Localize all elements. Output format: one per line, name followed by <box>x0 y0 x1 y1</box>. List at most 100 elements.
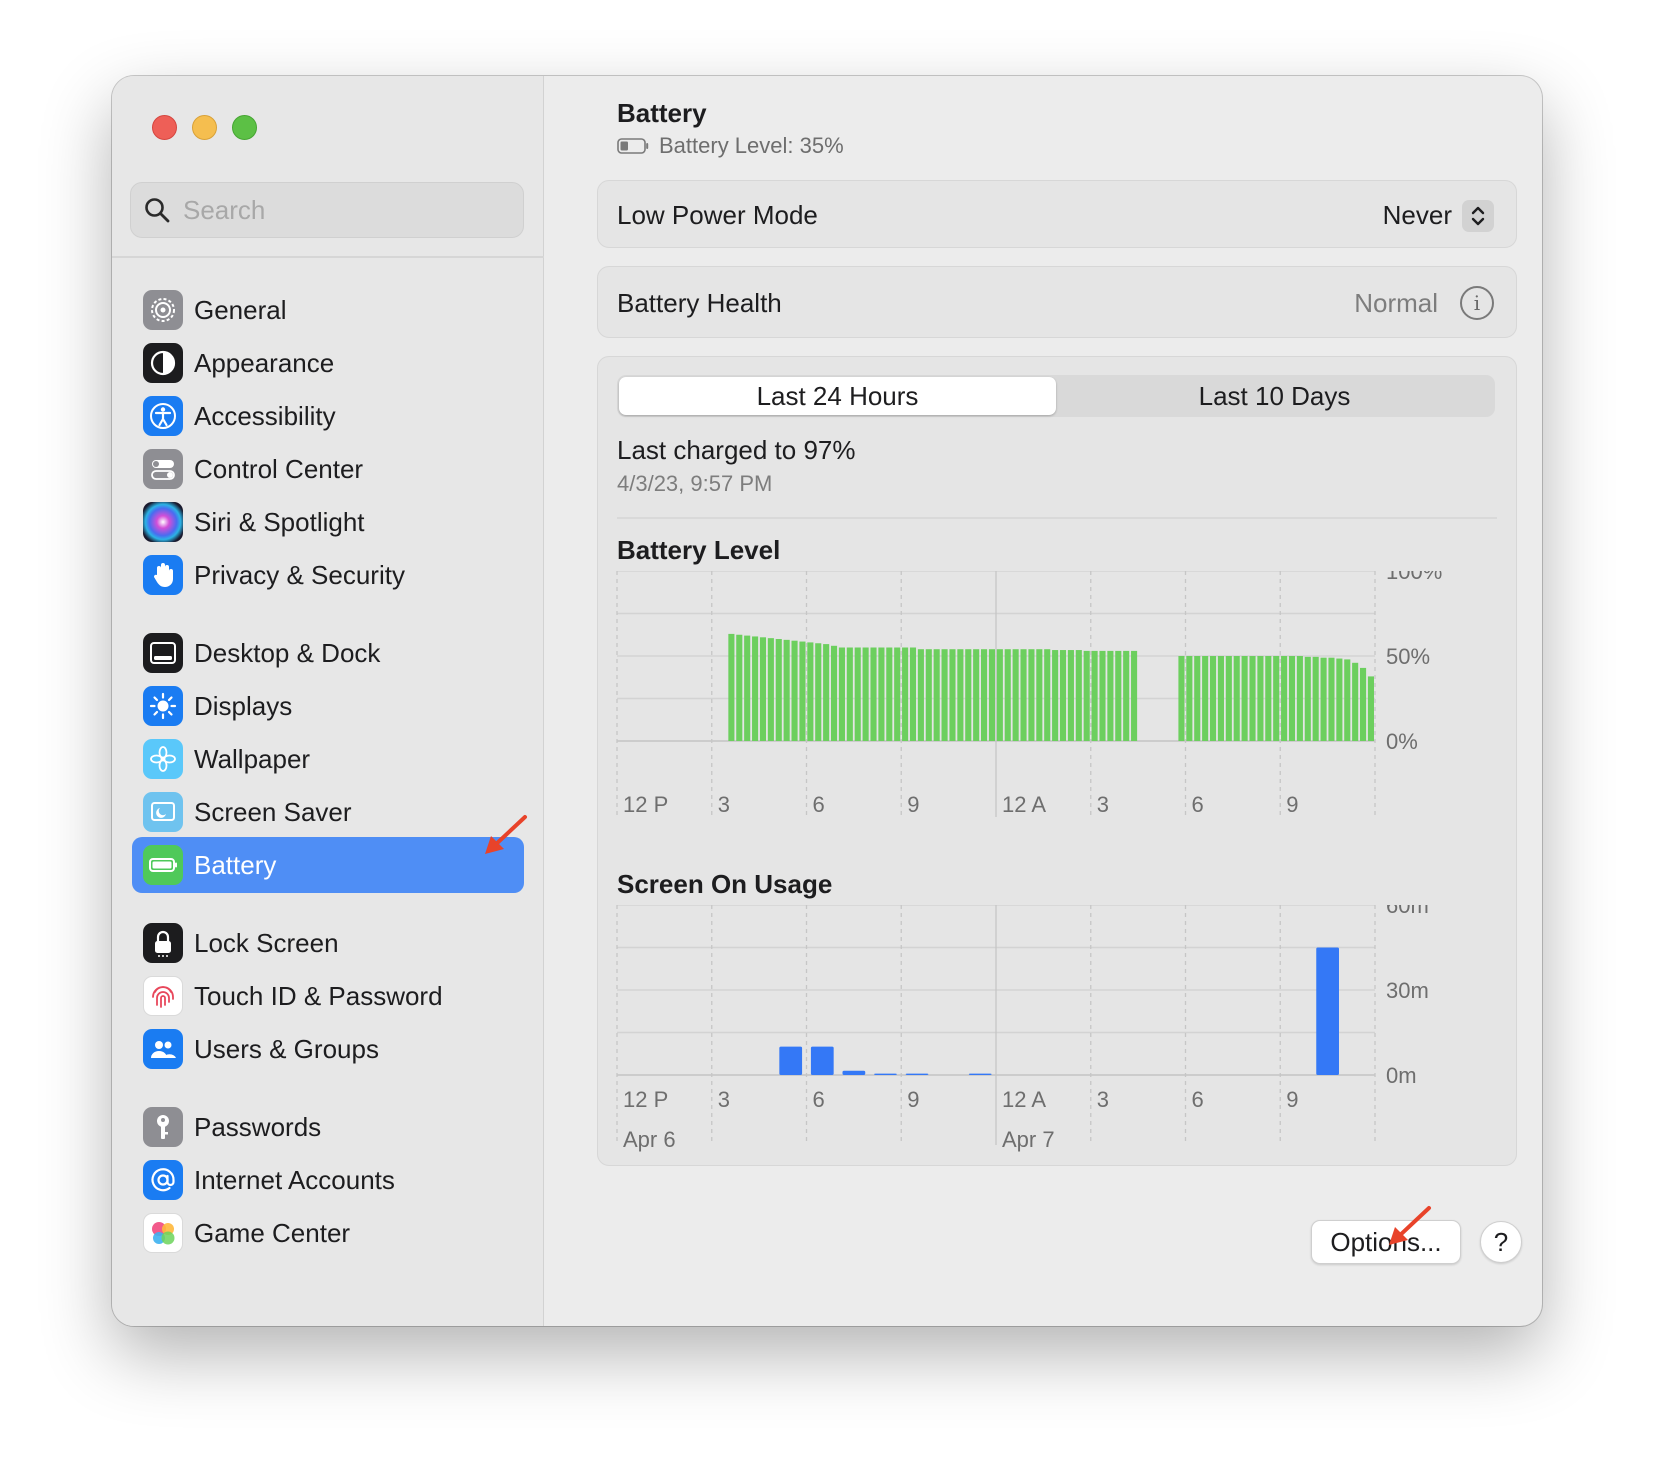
battery-level-bar <box>1044 649 1051 741</box>
x-date-label: Apr 6 <box>623 1127 676 1152</box>
battery-level-bar <box>949 649 956 741</box>
sidebar-item-appearance[interactable]: Appearance <box>132 335 524 391</box>
sidebar-divider <box>112 256 544 258</box>
card-divider <box>617 517 1497 519</box>
search-field[interactable] <box>130 182 524 238</box>
settings-window: General Appearance Accessibility <box>112 76 1542 1326</box>
sun-icon <box>143 686 183 726</box>
battery-level-bar <box>1107 650 1114 741</box>
sidebar-item-control-center[interactable]: Control Center <box>132 441 524 497</box>
sidebar-item-wallpaper[interactable]: Wallpaper <box>132 731 524 787</box>
battery-level-bar <box>775 639 782 741</box>
sidebar-item-game-center[interactable]: Game Center <box>132 1205 524 1261</box>
sidebar-item-desktop-dock[interactable]: Desktop & Dock <box>132 625 524 681</box>
sidebar-item-lock-screen[interactable]: Lock Screen <box>132 915 524 971</box>
appearance-icon <box>143 343 183 383</box>
last-charged-date: 4/3/23, 9:57 PM <box>617 471 773 496</box>
sidebar-item-label: Desktop & Dock <box>194 638 381 668</box>
tab-last-24-hours[interactable]: Last 24 Hours <box>619 377 1056 415</box>
battery-level-bar <box>1281 656 1288 741</box>
info-icon[interactable]: i <box>1460 286 1494 320</box>
battery-level-bar <box>799 641 806 741</box>
battery-health-row: Battery Health Normal i <box>597 266 1517 338</box>
flower-icon <box>143 739 183 779</box>
screen-usage-bar <box>968 1073 992 1075</box>
usage-history-card: Last 24 Hours Last 10 Days Last charged … <box>597 356 1517 1166</box>
sidebar-item-passwords[interactable]: Passwords <box>132 1099 524 1155</box>
at-icon <box>143 1160 183 1200</box>
lock-icon <box>143 923 183 963</box>
battery-level-bar <box>736 634 743 741</box>
search-input[interactable] <box>183 183 513 237</box>
battery-level-text: Battery Level: 35% <box>659 133 844 158</box>
zoom-window-button[interactable] <box>232 115 257 140</box>
sidebar-item-siri-spotlight[interactable]: Siri & Spotlight <box>132 494 524 550</box>
battery-level-bar <box>1296 656 1303 741</box>
sidebar-item-screen-saver[interactable]: Screen Saver <box>132 784 524 840</box>
battery-level-bar <box>1352 662 1359 741</box>
sidebar-item-general[interactable]: General <box>132 282 524 338</box>
tab-last-10-days[interactable]: Last 10 Days <box>1056 377 1493 415</box>
close-window-button[interactable] <box>152 115 177 140</box>
battery-level-bar <box>941 649 948 741</box>
y-tick-label: 50% <box>1386 644 1430 669</box>
x-tick-label: 6 <box>1192 792 1204 817</box>
battery-level-bar <box>1249 656 1256 741</box>
sidebar-item-label: Internet Accounts <box>194 1165 395 1195</box>
sidebar-item-accessibility[interactable]: Accessibility <box>132 388 524 444</box>
battery-level-bar <box>894 647 901 741</box>
sidebar-item-battery[interactable]: Battery <box>132 837 524 893</box>
sidebar-item-label: Game Center <box>194 1218 351 1248</box>
sidebar-item-touch-id[interactable]: Touch ID & Password <box>132 968 524 1024</box>
low-power-mode-row: Low Power Mode Never <box>597 180 1517 248</box>
battery-level-bar <box>1328 657 1335 741</box>
x-date-label: Apr 7 <box>1002 1127 1055 1152</box>
screen-usage-bar <box>779 1046 803 1075</box>
x-tick-label: 6 <box>813 792 825 817</box>
minimize-window-button[interactable] <box>192 115 217 140</box>
sidebar-item-label: Control Center <box>194 454 364 484</box>
annotation-arrow-options <box>1389 1206 1431 1245</box>
sidebar-item-displays[interactable]: Displays <box>132 678 524 734</box>
battery-level-bar <box>1028 649 1035 741</box>
battery-level-bar <box>728 633 735 741</box>
battery-level-bar <box>830 645 838 741</box>
search-icon <box>145 198 170 223</box>
x-tick-label: 12 A <box>1002 1087 1046 1112</box>
x-tick-label: 9 <box>907 792 919 817</box>
battery-level-bar <box>1131 650 1138 741</box>
y-tick-label: 0m <box>1386 1063 1417 1088</box>
sidebar-item-label: Screen Saver <box>194 797 352 827</box>
battery-level-bar <box>1233 656 1240 741</box>
battery-level-bar <box>1012 649 1019 741</box>
sidebar-item-internet-accounts[interactable]: Internet Accounts <box>132 1152 524 1208</box>
screen-usage-bar <box>905 1073 929 1075</box>
screen-usage-chart-title: Screen On Usage <box>617 869 833 899</box>
battery-level-bar <box>846 647 853 741</box>
sidebar-item-label: Users & Groups <box>194 1034 379 1064</box>
battery-health-value: Normal <box>1354 288 1438 318</box>
battery-level-bar <box>1336 658 1343 741</box>
low-power-mode-value[interactable]: Never <box>1383 200 1452 231</box>
battery-level-bar <box>1265 656 1272 741</box>
x-tick-label: 3 <box>718 1087 730 1112</box>
battery-level-bar <box>854 647 861 741</box>
battery-level-bar <box>1083 650 1090 741</box>
battery-level-bar <box>1052 650 1059 741</box>
page-title: Battery <box>617 98 707 128</box>
battery-level-bar <box>988 649 995 741</box>
help-button[interactable]: ? <box>1480 1221 1522 1263</box>
battery-level-bar <box>1020 649 1027 741</box>
sidebar-item-users-groups[interactable]: Users & Groups <box>132 1021 524 1077</box>
battery-level-bar <box>767 638 774 741</box>
battery-level-bar <box>973 649 980 741</box>
x-tick-label: 3 <box>1097 792 1109 817</box>
battery-level-bar <box>1288 656 1296 741</box>
x-tick-label: 9 <box>1286 1087 1298 1112</box>
low-power-mode-label: Low Power Mode <box>617 200 818 230</box>
battery-level-bar <box>1217 656 1224 741</box>
sidebar-item-privacy-security[interactable]: Privacy & Security <box>132 547 524 603</box>
low-power-mode-popup-button[interactable] <box>1462 200 1494 232</box>
battery-level-bar <box>752 636 759 741</box>
x-tick-label: 3 <box>718 792 730 817</box>
